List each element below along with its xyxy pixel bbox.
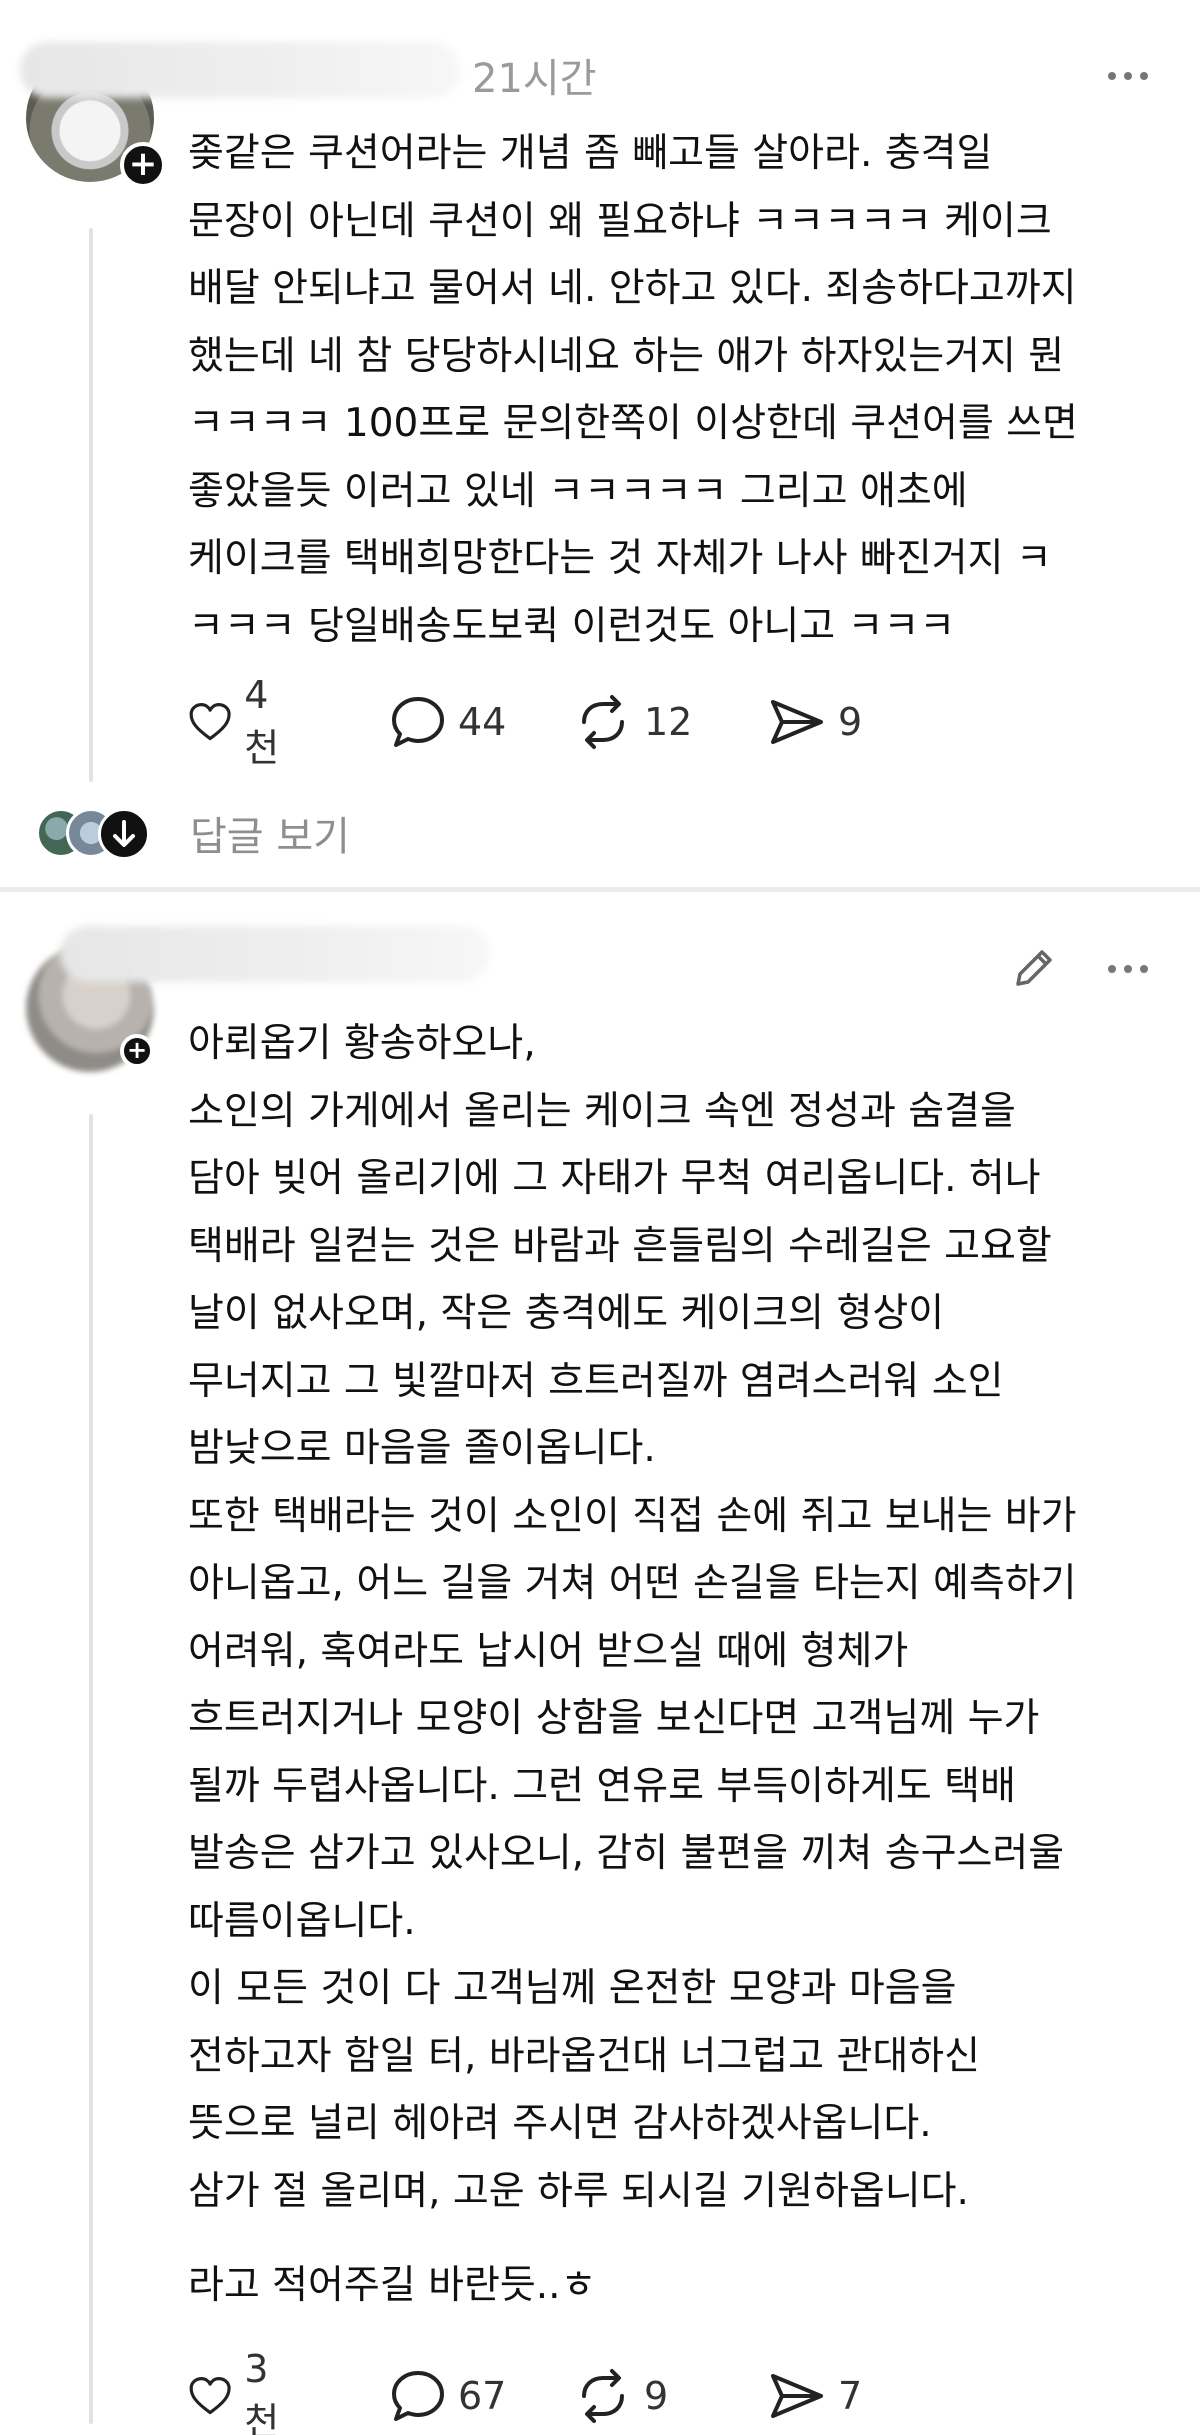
comment-line: 문장이 아닌데 쿠션이 왜 필요하냐 ㅋㅋㅋㅋㅋ 케이크 <box>188 198 1052 244</box>
speech-bubble-icon <box>392 697 444 747</box>
comment-line: 아뢰옵기 황송하오나, <box>188 1021 536 1066</box>
arrow-down-icon <box>98 808 150 860</box>
like-count: 4천 <box>244 672 280 770</box>
comment-line: 소인의 가게에서 올리는 케이크 속엔 정성과 숨결을 <box>188 1088 1016 1134</box>
repost-button[interactable]: 12 <box>574 694 692 750</box>
comment-line: 또한 택배라는 것이 소인이 직접 손에 쥐고 보내는 바가 <box>188 1493 1077 1539</box>
thread-line <box>89 1114 93 2424</box>
comment-1: + 21시간 좆같은 쿠션어라는 개념 좀 빼고들 살아라. 충격일문장이 아닌… <box>0 0 1200 887</box>
like-count: 3천 <box>244 2346 280 2435</box>
follow-plus-icon[interactable]: + <box>120 142 166 188</box>
heart-icon <box>189 703 231 741</box>
comment-line: 했는데 네 참 당당하시네요 하는 애가 하자있는거지 뭔 <box>188 333 1065 379</box>
comment-line: ㅋㅋㅋ 당일배송도보퀵 이런것도 아니고 ㅋㅋㅋ <box>188 603 956 649</box>
comment-line: 아니옵고, 어느 길을 거쳐 어떤 손길을 타는지 예측하기 <box>188 1561 1077 1606</box>
repost-icon <box>582 2369 624 2423</box>
reply-avatars[interactable] <box>36 806 156 860</box>
view-replies-link[interactable]: 답글 보기 <box>190 804 350 862</box>
comment-closing: 라고 적어주길 바란듯..ㅎ <box>188 2263 597 2308</box>
comment-line: 밤낮으로 마음을 졸이옵니다. <box>188 1426 656 1471</box>
comment-line: 이 모든 것이 다 고객님께 온전한 모양과 마음을 <box>188 1966 957 2011</box>
comment-body: 아뢰옵기 황송하오나, 소인의 가게에서 올리는 케이크 속엔 정성과 숨결을담아… <box>188 1010 1168 2225</box>
repost-icon <box>582 695 624 749</box>
share-count: 7 <box>838 2374 863 2418</box>
comment-line: 발송은 삼가고 있사오니, 감히 불편을 끼쳐 송구스러울 <box>188 1831 1065 1876</box>
comment-line: ㅋㅋㅋㅋ 100프로 문의한쪽이 이상한데 쿠션어를 쓰면 <box>188 401 1078 446</box>
comment-line: 삼가 절 올리며, 고운 하루 되시길 기원하옵니다. <box>188 2168 969 2214</box>
send-icon <box>771 700 823 744</box>
comment-line: 흐트러지거나 모양이 상함을 보신다면 고객님께 누가 <box>188 1696 1040 1741</box>
comment-line: 날이 없사오며, 작은 충격에도 케이크의 형상이 <box>188 1291 945 1336</box>
send-icon <box>771 2374 823 2418</box>
follow-plus-icon[interactable]: + <box>120 1034 154 1068</box>
share-button[interactable]: 9 <box>768 696 862 748</box>
more-horizontal-icon[interactable] <box>1108 965 1148 973</box>
comment-line: 담아 빚어 올리기에 그 자태가 무척 여리옵니다. 허나 <box>188 1156 1041 1201</box>
username-blurred[interactable] <box>20 42 460 98</box>
post-time: 21시간 <box>472 56 597 102</box>
comment-2: + 아뢰옵기 황송하오나, 소인의 가게에서 올리는 케이크 속엔 정성과 숨결을… <box>0 892 1200 2435</box>
comment-line: 될까 두렵사옵니다. 그런 연유로 부득이하게도 택배 <box>188 1763 1016 1809</box>
more-horizontal-icon[interactable] <box>1108 72 1148 80</box>
comment-body: 좆같은 쿠션어라는 개념 좀 빼고들 살아라. 충격일문장이 아닌데 쿠션이 왜… <box>188 120 1168 660</box>
username-blurred[interactable] <box>60 926 490 982</box>
share-button[interactable]: 7 <box>768 2370 862 2422</box>
reply-button[interactable]: 67 <box>390 2369 506 2423</box>
comment-line: 따름이옵니다. <box>188 1898 416 1944</box>
speech-bubble-icon <box>392 2371 444 2421</box>
repost-count: 9 <box>644 2374 669 2418</box>
repost-button[interactable]: 9 <box>574 2368 668 2424</box>
reply-button[interactable]: 44 <box>390 695 506 749</box>
comment-line: 어려워, 혹여라도 납시어 받으실 때에 형체가 <box>188 1628 909 1674</box>
comment-line: 전하고자 함일 터, 바라옵건대 너그럽고 관대하신 <box>188 2033 980 2079</box>
comment-line: 케이크를 택배희망한다는 것 자체가 나사 빠진거지 ㅋ <box>188 536 1052 581</box>
comment-line: 좆같은 쿠션어라는 개념 좀 빼고들 살아라. 충격일 <box>188 131 993 176</box>
like-button[interactable]: 4천 <box>188 673 291 772</box>
repost-count: 12 <box>644 700 693 744</box>
like-button[interactable]: 3천 <box>188 2347 291 2435</box>
comment-line: 배달 안되냐고 물어서 네. 안하고 있다. 죄송하다고까지 <box>188 266 1077 311</box>
comment-line: 좋았을듯 이러고 있네 ㅋㅋㅋㅋㅋ 그리고 애초에 <box>188 468 968 514</box>
share-count: 9 <box>838 700 863 744</box>
thread-line <box>89 228 93 782</box>
reply-count: 44 <box>458 700 507 744</box>
reply-count: 67 <box>458 2374 507 2418</box>
pencil-icon[interactable] <box>1008 942 1060 998</box>
heart-icon <box>189 2377 231 2415</box>
comment-line: 택배라 일컫는 것은 바람과 흔들림의 수레길은 고요할 <box>188 1223 1052 1269</box>
comment-line: 무너지고 그 빛깔마저 흐트러질까 염려스러워 소인 <box>188 1358 1004 1404</box>
comment-line: 뜻으로 널리 헤아려 주시면 감사하겠사옵니다. <box>188 2101 932 2146</box>
